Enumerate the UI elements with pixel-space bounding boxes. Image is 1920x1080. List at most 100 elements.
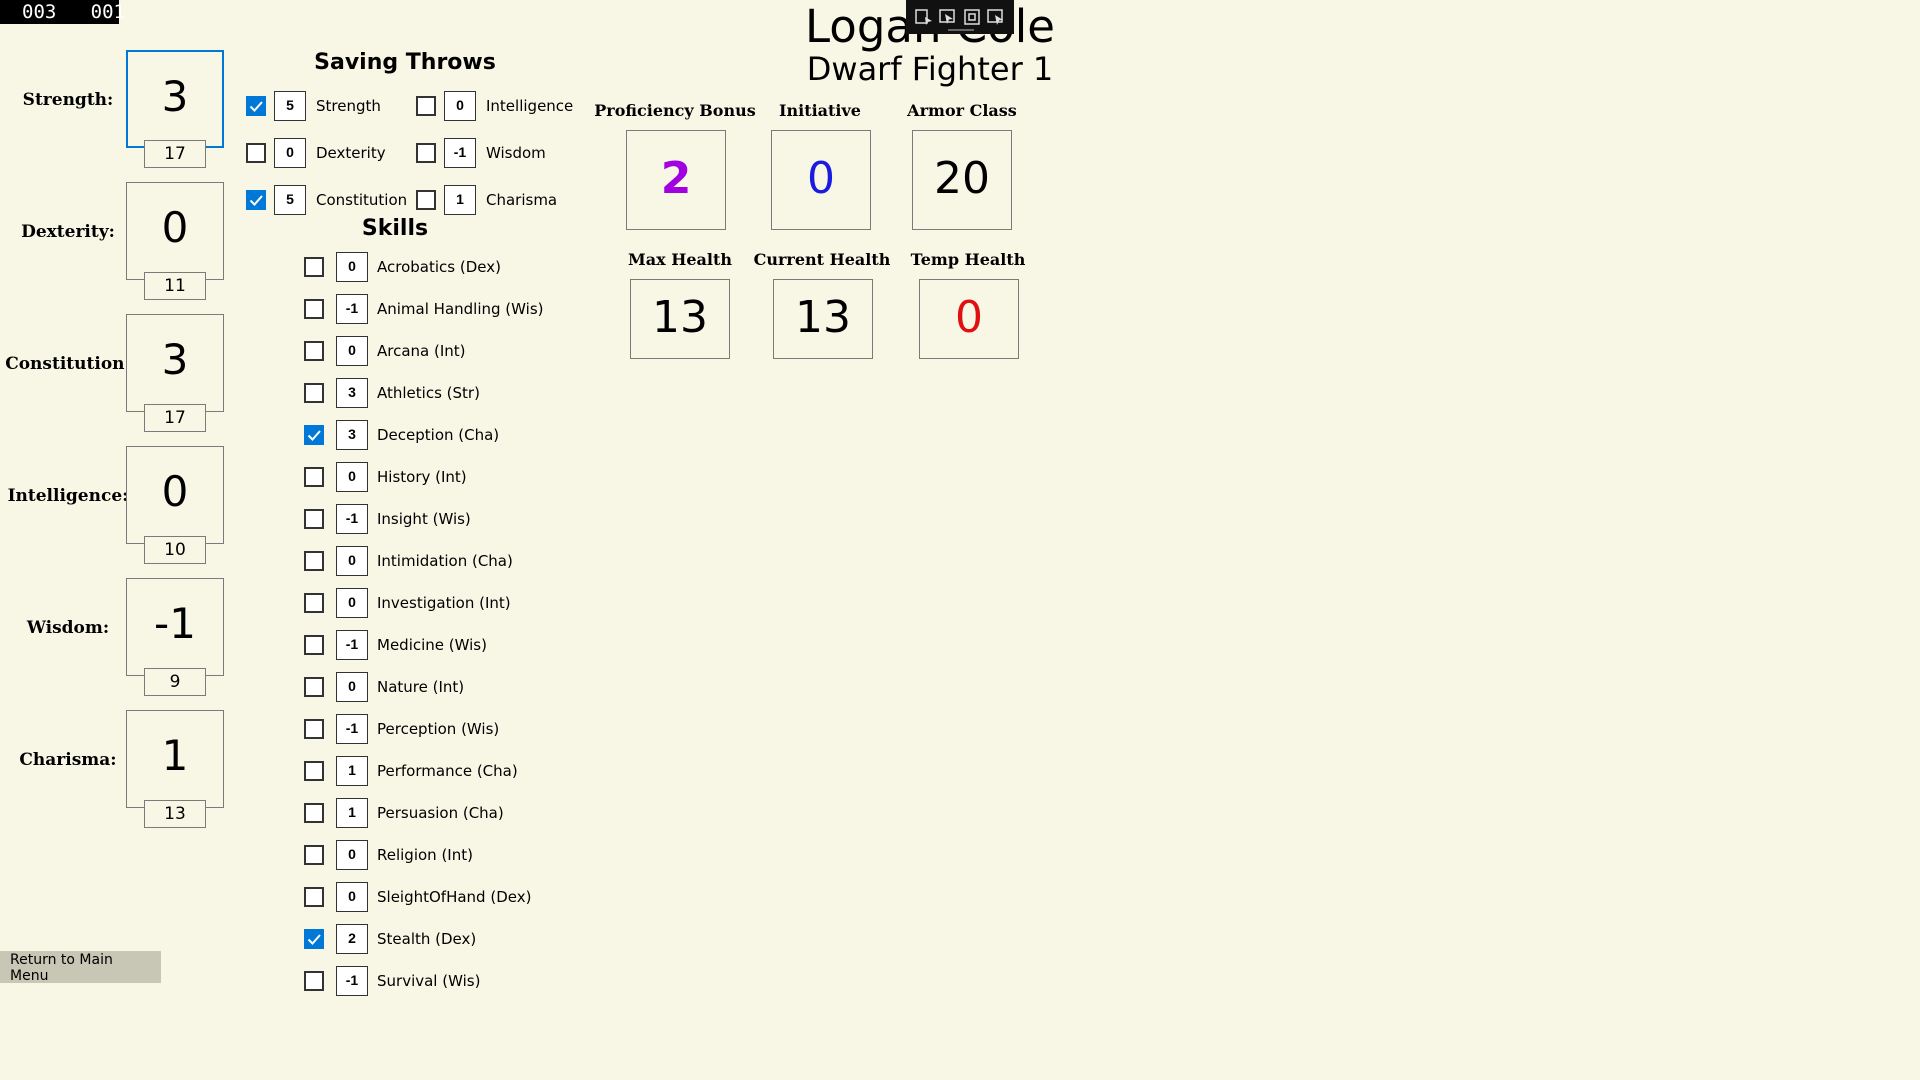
- skill-modifier: -1: [336, 630, 368, 660]
- ability-score-field[interactable]: 17: [144, 140, 206, 168]
- frame-counter: 003 001: [0, 0, 125, 24]
- select-tool-icon[interactable]: [914, 7, 934, 27]
- skill-label: Religion (Int): [377, 846, 473, 864]
- skill-checkbox[interactable]: [304, 719, 324, 739]
- proficiency-bonus-value[interactable]: 2: [626, 130, 726, 230]
- skill-modifier: -1: [336, 966, 368, 996]
- skill-label: Perception (Wis): [377, 720, 500, 738]
- saving-throw-label: Dexterity: [316, 144, 386, 162]
- ability-score-field[interactable]: 17: [144, 404, 206, 432]
- skill-label: Medicine (Wis): [377, 636, 487, 654]
- skill-label: Survival (Wis): [377, 972, 481, 990]
- skill-checkbox[interactable]: [304, 551, 324, 571]
- max-health-label: Max Health: [628, 250, 732, 269]
- skill-checkbox[interactable]: [304, 803, 324, 823]
- saving-throw-label: Charisma: [486, 191, 558, 209]
- skill-checkbox[interactable]: [304, 383, 324, 403]
- skill-modifier: 0: [336, 672, 368, 702]
- pointer-tool-icon[interactable]: [938, 7, 958, 27]
- skill-label: Athletics (Str): [377, 384, 480, 402]
- saving-throw-checkbox[interactable]: [416, 143, 436, 163]
- temp-health-label: Temp Health: [910, 250, 1026, 269]
- ability-modifier-field[interactable]: 0: [126, 182, 224, 280]
- temp-health-value[interactable]: 0: [919, 279, 1019, 359]
- skill-checkbox[interactable]: [304, 257, 324, 277]
- ability-label: Charisma:: [19, 750, 117, 770]
- character-subtitle: Dwarf Fighter 1: [806, 50, 1054, 88]
- saving-throw-modifier: 1: [444, 185, 476, 215]
- initiative-value[interactable]: 0: [771, 130, 871, 230]
- saving-throw-checkbox[interactable]: [246, 96, 266, 116]
- inspect-tool-icon[interactable]: [986, 7, 1006, 27]
- skill-modifier: -1: [336, 504, 368, 534]
- saving-throw-modifier: -1: [444, 138, 476, 168]
- skill-modifier: 0: [336, 462, 368, 492]
- skill-modifier: 2: [336, 924, 368, 954]
- skill-checkbox[interactable]: [304, 971, 324, 991]
- skill-modifier: 3: [336, 378, 368, 408]
- ability-modifier-field[interactable]: 3: [126, 50, 224, 148]
- skills-title: Skills: [361, 216, 429, 241]
- max-health-value[interactable]: 13: [630, 279, 730, 359]
- skill-checkbox[interactable]: [304, 425, 324, 445]
- armor-class-label: Armor Class: [907, 101, 1017, 120]
- skill-checkbox[interactable]: [304, 593, 324, 613]
- skill-checkbox[interactable]: [304, 341, 324, 361]
- ability-score-field[interactable]: 13: [144, 800, 206, 828]
- skill-label: Investigation (Int): [377, 594, 511, 612]
- saving-throw-modifier: 5: [274, 91, 306, 121]
- skill-label: Intimidation (Cha): [377, 552, 513, 570]
- saving-throw-checkbox[interactable]: [246, 143, 266, 163]
- saving-throw-checkbox[interactable]: [416, 96, 436, 116]
- skill-checkbox[interactable]: [304, 467, 324, 487]
- skill-label: Nature (Int): [377, 678, 465, 696]
- ability-score-field[interactable]: 9: [144, 668, 206, 696]
- ability-score-field[interactable]: 11: [144, 272, 206, 300]
- current-health-label: Current Health: [753, 250, 891, 269]
- saving-throw-label: Constitution: [316, 191, 408, 209]
- return-to-main-menu-button[interactable]: Return to Main Menu: [0, 951, 161, 984]
- saving-throw-modifier: 5: [274, 185, 306, 215]
- skill-checkbox[interactable]: [304, 845, 324, 865]
- skill-checkbox[interactable]: [304, 761, 324, 781]
- skill-checkbox[interactable]: [304, 299, 324, 319]
- frame-tool-icon[interactable]: [962, 7, 982, 27]
- initiative-label: Initiative: [779, 101, 861, 120]
- saving-throw-modifier: 0: [274, 138, 306, 168]
- ability-modifier-field[interactable]: 3: [126, 314, 224, 412]
- skill-modifier: -1: [336, 714, 368, 744]
- skill-label: History (Int): [377, 468, 467, 486]
- skill-checkbox[interactable]: [304, 887, 324, 907]
- ability-modifier-field[interactable]: 0: [126, 446, 224, 544]
- toolbar-grip[interactable]: [948, 29, 974, 31]
- skill-checkbox[interactable]: [304, 635, 324, 655]
- skill-label: Acrobatics (Dex): [377, 258, 501, 276]
- saving-throw-checkbox[interactable]: [246, 190, 266, 210]
- saving-throw-label: Strength: [316, 97, 381, 115]
- ability-label: Dexterity:: [21, 222, 115, 242]
- skill-modifier: 3: [336, 420, 368, 450]
- skill-modifier: 0: [336, 252, 368, 282]
- skill-checkbox[interactable]: [304, 677, 324, 697]
- ability-label: Wisdom:: [26, 618, 110, 638]
- skill-checkbox[interactable]: [304, 929, 324, 949]
- skill-modifier: 0: [336, 336, 368, 366]
- ability-score-field[interactable]: 10: [144, 536, 206, 564]
- ability-modifier-field[interactable]: 1: [126, 710, 224, 808]
- skill-label: Insight (Wis): [377, 510, 471, 528]
- saving-throw-checkbox[interactable]: [416, 190, 436, 210]
- armor-class-value[interactable]: 20: [912, 130, 1012, 230]
- current-health-value[interactable]: 13: [773, 279, 873, 359]
- saving-throw-label: Intelligence: [486, 97, 574, 115]
- ability-modifier-field[interactable]: -1: [126, 578, 224, 676]
- floating-toolbar: [906, 0, 1014, 34]
- skill-checkbox[interactable]: [304, 509, 324, 529]
- saving-throws-title: Saving Throws: [314, 50, 496, 75]
- skill-modifier: -1: [336, 294, 368, 324]
- ability-label: Intelligence:: [7, 486, 129, 506]
- proficiency-bonus-label: Proficiency Bonus: [594, 101, 756, 120]
- skill-label: Animal Handling (Wis): [377, 300, 544, 318]
- skill-modifier: 0: [336, 882, 368, 912]
- saving-throw-modifier: 0: [444, 91, 476, 121]
- skill-label: Arcana (Int): [377, 342, 466, 360]
